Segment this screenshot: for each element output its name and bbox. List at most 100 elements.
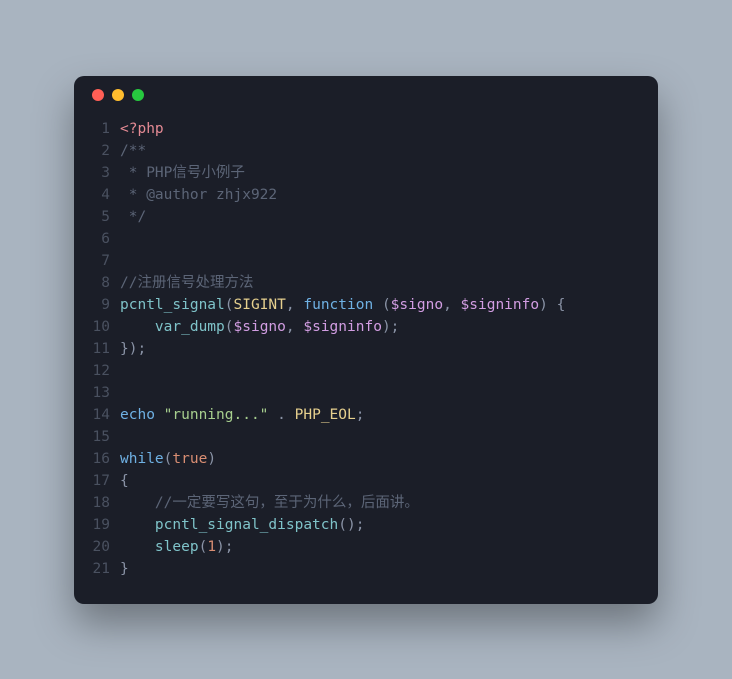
line-content[interactable]: pcntl_signal(SIGINT, function ($signo, $… [120, 294, 640, 316]
token: ; [356, 407, 365, 423]
code-line[interactable]: 9pcntl_signal(SIGINT, function ($signo, … [86, 294, 640, 316]
code-line[interactable]: 6 [86, 228, 640, 250]
line-content[interactable]: { [120, 470, 640, 492]
token: true [172, 451, 207, 467]
line-content[interactable]: pcntl_signal_dispatch(); [120, 514, 640, 536]
code-line[interactable]: 13 [86, 382, 640, 404]
minimize-icon[interactable] [112, 89, 124, 101]
token: ( [199, 539, 208, 555]
line-number: 16 [86, 448, 120, 470]
line-number: 15 [86, 426, 120, 448]
code-line[interactable]: 2/** [86, 140, 640, 162]
line-content[interactable] [120, 228, 640, 250]
token: PHP_EOL [295, 407, 356, 423]
token: pcntl_signal [120, 297, 225, 313]
token [120, 495, 155, 511]
token: ( [225, 319, 234, 335]
line-content[interactable] [120, 360, 640, 382]
token: } [120, 561, 129, 577]
code-line[interactable]: 15 [86, 426, 640, 448]
code-line[interactable]: 4 * @author zhjx922 [86, 184, 640, 206]
code-line[interactable]: 11}); [86, 338, 640, 360]
token: $signo [391, 297, 443, 313]
line-content[interactable] [120, 382, 640, 404]
code-line[interactable]: 16while(true) [86, 448, 640, 470]
line-content[interactable]: * @author zhjx922 [120, 184, 640, 206]
token: * @author zhjx922 [120, 187, 277, 203]
code-line[interactable]: 18 //一定要写这句，至于为什么，后面讲。 [86, 492, 640, 514]
token: * PHP信号小例子 [120, 165, 245, 181]
line-content[interactable]: }); [120, 338, 640, 360]
code-line[interactable]: 7 [86, 250, 640, 272]
code-line[interactable]: 12 [86, 360, 640, 382]
code-line[interactable]: 8//注册信号处理方法 [86, 272, 640, 294]
token: "running..." [164, 407, 269, 423]
line-number: 13 [86, 382, 120, 404]
line-number: 21 [86, 558, 120, 580]
code-editor[interactable]: 1<?php2/**3 * PHP信号小例子4 * @author zhjx92… [74, 114, 658, 580]
token: $signinfo [461, 297, 540, 313]
line-number: 7 [86, 250, 120, 272]
line-content[interactable]: <?php [120, 118, 640, 140]
line-number: 10 [86, 316, 120, 338]
code-line[interactable]: 19 pcntl_signal_dispatch(); [86, 514, 640, 536]
line-content[interactable]: * PHP信号小例子 [120, 162, 640, 184]
token: , [443, 297, 460, 313]
line-number: 9 [86, 294, 120, 316]
token [120, 539, 155, 555]
token: while [120, 451, 164, 467]
code-line[interactable]: 20 sleep(1); [86, 536, 640, 558]
code-window: 1<?php2/**3 * PHP信号小例子4 * @author zhjx92… [74, 76, 658, 604]
line-content[interactable]: var_dump($signo, $signinfo); [120, 316, 640, 338]
token: (); [338, 517, 364, 533]
zoom-icon[interactable] [132, 89, 144, 101]
token [155, 407, 164, 423]
token: <?php [120, 121, 164, 137]
close-icon[interactable] [92, 89, 104, 101]
token: pcntl_signal_dispatch [155, 517, 338, 533]
line-number: 3 [86, 162, 120, 184]
line-number: 2 [86, 140, 120, 162]
line-content[interactable]: /** [120, 140, 640, 162]
line-content[interactable]: } [120, 558, 640, 580]
code-line[interactable]: 17{ [86, 470, 640, 492]
line-number: 4 [86, 184, 120, 206]
token: ) [207, 451, 216, 467]
code-line[interactable]: 5 */ [86, 206, 640, 228]
token: function [303, 297, 373, 313]
token: { [120, 473, 129, 489]
line-content[interactable] [120, 426, 640, 448]
token: echo [120, 407, 155, 423]
line-content[interactable]: sleep(1); [120, 536, 640, 558]
token: var_dump [155, 319, 225, 335]
line-content[interactable]: while(true) [120, 448, 640, 470]
line-number: 11 [86, 338, 120, 360]
code-line[interactable]: 1<?php [86, 118, 640, 140]
token [268, 407, 277, 423]
token: sleep [155, 539, 199, 555]
line-number: 5 [86, 206, 120, 228]
line-number: 1 [86, 118, 120, 140]
token: ) { [539, 297, 565, 313]
code-line[interactable]: 3 * PHP信号小例子 [86, 162, 640, 184]
line-number: 17 [86, 470, 120, 492]
token [373, 297, 382, 313]
token: //一定要写这句，至于为什么，后面讲。 [155, 495, 419, 511]
token: */ [120, 209, 146, 225]
line-number: 12 [86, 360, 120, 382]
line-content[interactable] [120, 250, 640, 272]
token: $signo [234, 319, 286, 335]
line-number: 20 [86, 536, 120, 558]
token [120, 517, 155, 533]
token: ); [216, 539, 233, 555]
line-number: 19 [86, 514, 120, 536]
code-line[interactable]: 10 var_dump($signo, $signinfo); [86, 316, 640, 338]
code-line[interactable]: 14echo "running..." . PHP_EOL; [86, 404, 640, 426]
line-content[interactable]: */ [120, 206, 640, 228]
line-content[interactable]: //注册信号处理方法 [120, 272, 640, 294]
window-titlebar [74, 76, 658, 114]
line-content[interactable]: //一定要写这句，至于为什么，后面讲。 [120, 492, 640, 514]
token: ); [382, 319, 399, 335]
line-content[interactable]: echo "running..." . PHP_EOL; [120, 404, 640, 426]
code-line[interactable]: 21} [86, 558, 640, 580]
